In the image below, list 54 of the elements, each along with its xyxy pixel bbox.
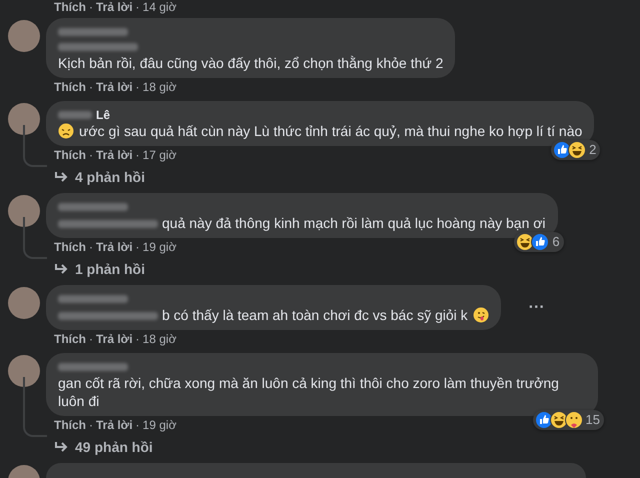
like-link[interactable]: Thích bbox=[54, 0, 86, 14]
separator-dot: · bbox=[136, 332, 140, 346]
reply-link[interactable]: Trả lời bbox=[96, 418, 133, 432]
comment-text: Kịch bản rồi, đâu cũng vào đấy thôi, zổ chọn thằng khỏe thứ 2 bbox=[58, 55, 444, 71]
comment-text: quả này đả thông kinh mạch rồi làm quả lục hoàng này bạn ơi bbox=[162, 215, 546, 231]
view-replies-link[interactable]: 49 phản hồi bbox=[75, 436, 153, 458]
separator-dot: · bbox=[136, 0, 140, 14]
separator-dot: · bbox=[136, 240, 140, 254]
reply-link[interactable]: Trả lời bbox=[96, 148, 133, 162]
like-link[interactable]: Thích bbox=[54, 80, 86, 94]
reply-arrow-icon bbox=[54, 263, 68, 275]
reaction-count: 6 bbox=[552, 233, 560, 251]
separator-dot: · bbox=[89, 80, 93, 94]
comment-text: ước gì sau quả hất cùn này Lù thức tỉnh trái ác quỷ, mà thui nghe ko hợp lí tí nào bbox=[79, 123, 582, 139]
like-link[interactable]: Thích bbox=[54, 332, 86, 346]
reply-arrow-icon bbox=[54, 441, 68, 453]
avatar-circle bbox=[8, 20, 40, 52]
thread-line bbox=[23, 217, 47, 259]
separator-dot: · bbox=[89, 418, 93, 432]
reply-link[interactable]: Trả lời bbox=[96, 0, 133, 14]
separator-dot: · bbox=[89, 332, 93, 346]
reaction-count: 2 bbox=[589, 141, 596, 159]
comment-text: b có thấy là team ah toàn chơi đc vs bác sỹ giỏi k bbox=[162, 307, 468, 323]
avatar-circle bbox=[8, 195, 40, 227]
thread-line bbox=[23, 377, 47, 437]
reply-link[interactable]: Trả lời bbox=[96, 80, 133, 94]
separator-dot: · bbox=[89, 0, 93, 14]
avatar-circle bbox=[8, 287, 40, 319]
reply-arrow-icon bbox=[54, 171, 68, 183]
view-replies-link[interactable]: 1 phản hồi bbox=[75, 258, 145, 280]
reply-link[interactable]: Trả lời bbox=[96, 240, 133, 254]
reaction-count: 15 bbox=[586, 411, 600, 429]
comment-time: 17 giờ bbox=[142, 148, 176, 162]
separator-dot: · bbox=[136, 148, 140, 162]
more-options-button[interactable]: ··· bbox=[524, 300, 549, 316]
avatar-circle bbox=[8, 103, 40, 135]
comment-text: gan cốt rã rời, chữa xong mà ăn luôn cả king thì thôi cho zoro làm thuyền trưởng luôn đi bbox=[58, 375, 559, 409]
separator-dot: · bbox=[136, 80, 140, 94]
like-link[interactable]: Thích bbox=[54, 148, 86, 162]
separator-dot: · bbox=[136, 418, 140, 432]
comment-time: 19 giờ bbox=[142, 418, 176, 432]
comment-time: 18 giờ bbox=[142, 332, 176, 346]
comment-time: 14 giờ bbox=[142, 0, 176, 14]
comment-time: 19 giờ bbox=[142, 240, 176, 254]
avatar-circle bbox=[8, 355, 40, 387]
like-link[interactable]: Thích bbox=[54, 418, 86, 432]
like-link[interactable]: Thích bbox=[54, 240, 86, 254]
comment-time: 18 giờ bbox=[142, 80, 176, 94]
separator-dot: · bbox=[89, 240, 93, 254]
view-replies-link[interactable]: 4 phản hồi bbox=[75, 166, 145, 188]
reply-link[interactable]: Trả lời bbox=[96, 332, 133, 346]
thread-line bbox=[23, 125, 47, 167]
comment-author[interactable]: Lê bbox=[96, 106, 110, 124]
separator-dot: · bbox=[89, 148, 93, 162]
